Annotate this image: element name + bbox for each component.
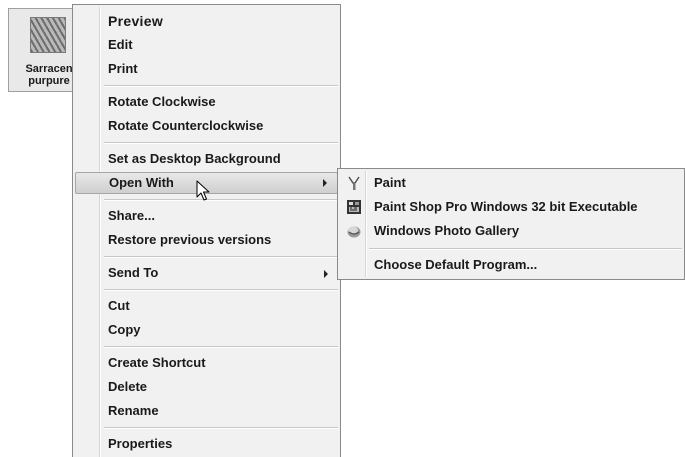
menu-item-label: Restore previous versions [108, 232, 272, 247]
menu-item-label: Open With [109, 175, 174, 190]
paint-brush-icon [348, 176, 360, 190]
menu-item-label: Properties [108, 436, 173, 451]
menu-item-label: Share... [108, 208, 155, 223]
submenu-item-choose-default-program[interactable]: Choose Default Program... [340, 254, 682, 276]
file-name-line-2: purpure [28, 75, 70, 87]
image-thumbnail [30, 17, 66, 53]
submenu-item-label: Paint Shop Pro Windows 32 bit Executable [374, 199, 638, 214]
menu-item-label: Rotate Clockwise [108, 94, 216, 109]
submenu-item-label: Paint [374, 175, 406, 190]
menu-item-label: Set as Desktop Background [108, 151, 281, 166]
context-menu: Preview Edit Print Rotate Clockwise Rota… [72, 4, 341, 457]
submenu-separator [369, 248, 682, 250]
menu-item-set-desktop-background[interactable]: Set as Desktop Background [75, 148, 338, 170]
menu-item-preview[interactable]: Preview [75, 10, 338, 32]
menu-separator [104, 256, 338, 258]
psp-app-icon [347, 200, 361, 214]
menu-separator [104, 346, 338, 348]
submenu-item-paint[interactable]: Paint [340, 172, 682, 194]
menu-item-label: Print [108, 61, 138, 76]
chevron-right-icon [323, 179, 327, 187]
menu-item-rename[interactable]: Rename [75, 400, 338, 422]
file-name-line-1: Sarracen [25, 63, 73, 75]
chevron-right-icon [324, 270, 328, 278]
menu-separator [104, 85, 338, 87]
menu-item-cut[interactable]: Cut [75, 295, 338, 317]
menu-item-label: Delete [108, 379, 148, 394]
menu-item-properties[interactable]: Properties [75, 433, 338, 455]
menu-item-delete[interactable]: Delete [75, 376, 338, 398]
menu-item-label: Cut [108, 298, 130, 313]
menu-item-share[interactable]: Share... [75, 205, 338, 227]
menu-item-rotate-clockwise[interactable]: Rotate Clockwise [75, 91, 338, 113]
submenu-item-label: Windows Photo Gallery [374, 223, 520, 238]
menu-item-label: Rename [108, 403, 159, 418]
menu-item-rotate-counterclockwise[interactable]: Rotate Counterclockwise [75, 115, 338, 137]
submenu-item-paint-shop-pro[interactable]: Paint Shop Pro Windows 32 bit Executable [340, 196, 682, 218]
menu-separator [104, 427, 338, 429]
photo-gallery-icon [347, 226, 361, 238]
menu-separator [104, 142, 338, 144]
menu-item-copy[interactable]: Copy [75, 319, 338, 341]
menu-separator [104, 199, 338, 201]
menu-item-label: Edit [108, 37, 133, 52]
menu-item-edit[interactable]: Edit [75, 34, 338, 56]
open-with-submenu: Paint Paint Shop Pro Windows 32 bit Exec… [337, 168, 685, 280]
mouse-pointer-icon [196, 180, 210, 201]
menu-item-label: Create Shortcut [108, 355, 206, 370]
menu-item-print[interactable]: Print [75, 58, 338, 80]
submenu-item-windows-photo-gallery[interactable]: Windows Photo Gallery [340, 220, 682, 242]
menu-separator [104, 289, 338, 291]
menu-item-label: Rotate Counterclockwise [108, 118, 264, 133]
menu-item-send-to[interactable]: Send To [75, 262, 338, 284]
menu-item-label: Preview [108, 13, 164, 29]
menu-item-restore-previous-versions[interactable]: Restore previous versions [75, 229, 338, 251]
menu-item-create-shortcut[interactable]: Create Shortcut [75, 352, 338, 374]
menu-item-label: Copy [108, 322, 141, 337]
submenu-item-label: Choose Default Program... [374, 257, 538, 272]
menu-item-label: Send To [108, 265, 159, 280]
